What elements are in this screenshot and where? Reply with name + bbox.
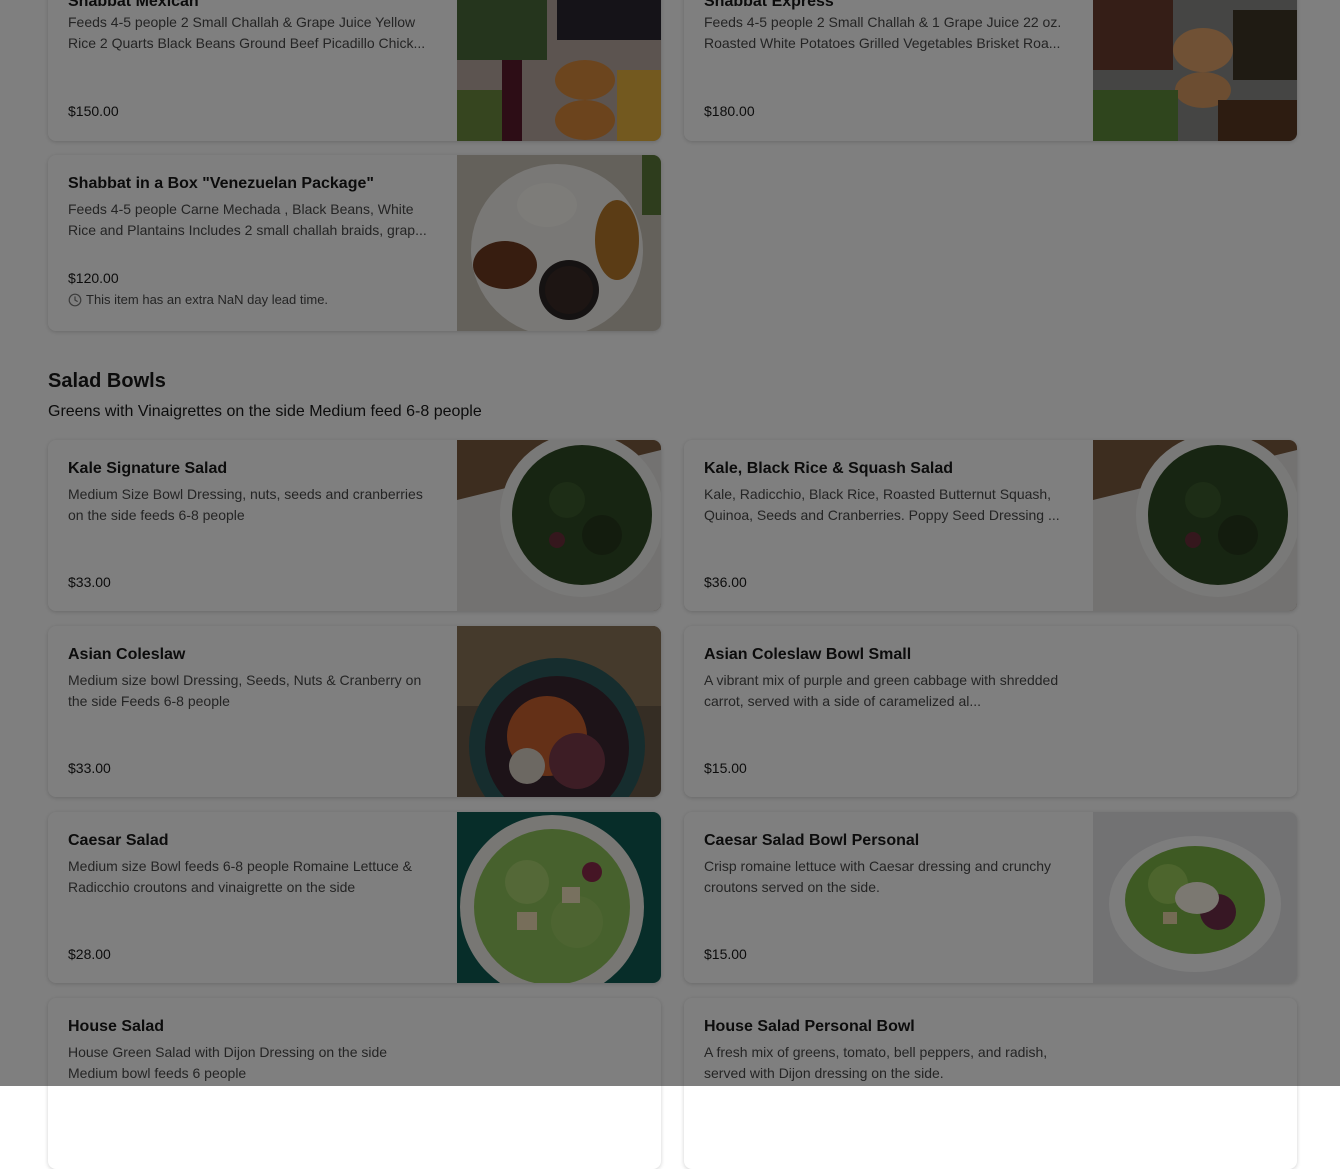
modal-backdrop[interactable] <box>0 0 1340 1086</box>
